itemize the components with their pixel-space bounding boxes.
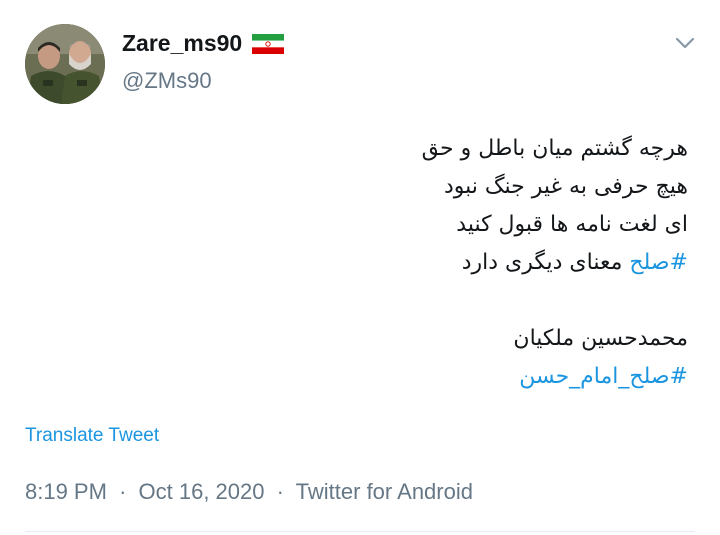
line-spacer — [88, 282, 688, 320]
tweet-line: ای لغت نامه ها قبول کنید — [456, 212, 688, 237]
tweet-text: هرچه گشتم میان باطل و حق هیچ حرفی به غیر… — [88, 130, 688, 396]
tweet-line-text: معنای دیگری دارد — [461, 250, 630, 275]
iran-flag-icon — [252, 33, 285, 54]
user-handle[interactable]: @ZMs90 — [122, 68, 212, 94]
tweet-time[interactable]: 8:19 PM — [25, 479, 107, 504]
tweet-author-line: محمدحسین ملکیان — [513, 326, 688, 351]
chevron-down-icon[interactable] — [674, 34, 696, 52]
translate-tweet-link[interactable]: Translate Tweet — [25, 425, 159, 447]
avatar[interactable] — [25, 24, 105, 104]
separator-dot: · — [276, 479, 284, 504]
tweet-line: #صلح معنای دیگری دارد — [88, 244, 688, 282]
separator-dot: · — [119, 479, 127, 504]
divider — [25, 531, 695, 532]
tweet-card: Zare_ms90 @ZMs90 هرچه گشتم میان باطل و ح… — [0, 0, 720, 535]
avatar-photo-icon — [25, 24, 105, 104]
hashtag-link[interactable]: #صلح — [629, 250, 688, 275]
display-name[interactable]: Zare_ms90 — [122, 30, 242, 57]
tweet-line: هیچ حرفی به غیر جنگ نبود — [443, 174, 688, 199]
user-name-row: Zare_ms90 — [122, 30, 285, 57]
tweet-source[interactable]: Twitter for Android — [296, 479, 473, 504]
tweet-line: هرچه گشتم میان باطل و حق — [421, 136, 688, 161]
tweet-date[interactable]: Oct 16, 2020 — [139, 479, 265, 504]
tweet-metadata: 8:19 PM · Oct 16, 2020 · Twitter for And… — [25, 479, 473, 505]
hashtag-link[interactable]: #صلح_امام_حسن — [88, 358, 688, 396]
